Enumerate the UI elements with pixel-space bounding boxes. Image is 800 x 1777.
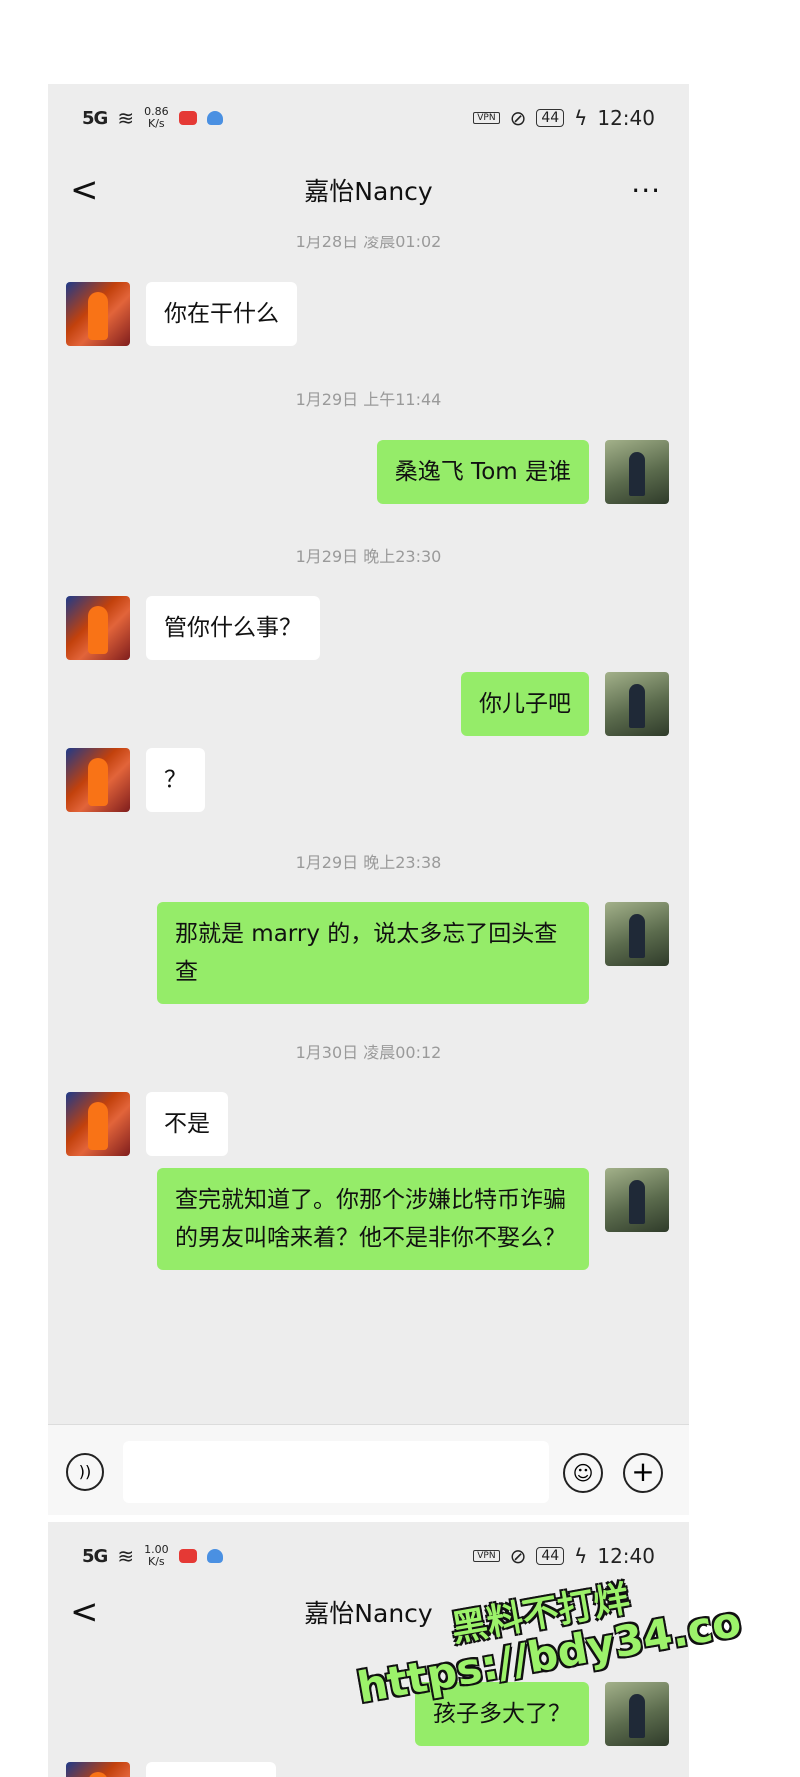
- mute-icon: ⊘: [509, 1544, 527, 1568]
- incoming-message[interactable]: 不是: [146, 1092, 228, 1156]
- message-list[interactable]: 1月28日 凌晨01:02 你在干什么 1月29日 上午11:44 桑逸飞 To…: [48, 236, 689, 1424]
- status-time: 12:40: [597, 1544, 655, 1568]
- battery-icon: 44: [536, 1547, 565, 1565]
- timestamp: 1月30日 凌晨00:12: [295, 1043, 442, 1062]
- vpn-icon: VPN: [473, 1550, 500, 1562]
- app-notification-icon: [178, 111, 197, 125]
- chat-screenshot-1: 5G ≋ 0.86 K/s VPN ⊘ 44 ϟ 12:40 < 嘉怡Nancy …: [48, 84, 689, 1515]
- network-speed: 1.00 K/s: [144, 1543, 169, 1568]
- my-avatar[interactable]: [605, 1168, 669, 1232]
- status-time: 12:40: [597, 106, 655, 130]
- outgoing-message[interactable]: 你儿子吧: [461, 672, 589, 736]
- my-avatar[interactable]: [605, 672, 669, 736]
- back-button[interactable]: <: [70, 1592, 99, 1632]
- contact-avatar[interactable]: [66, 1762, 130, 1777]
- contact-avatar[interactable]: [66, 748, 130, 812]
- more-button[interactable]: ···: [631, 174, 661, 207]
- network-speed: 0.86 K/s: [144, 105, 169, 130]
- status-bar: 5G ≋ 0.86 K/s VPN ⊘ 44 ϟ 12:40: [48, 84, 689, 152]
- app-notification-icon: [178, 1549, 197, 1563]
- app-notification-icon-2: [206, 111, 223, 125]
- mute-icon: ⊘: [509, 106, 527, 130]
- charging-icon: ϟ: [574, 106, 588, 130]
- chat-title: 嘉怡Nancy: [304, 1599, 433, 1628]
- vpn-icon: VPN: [473, 112, 500, 124]
- my-avatar[interactable]: [605, 440, 669, 504]
- battery-icon: 44: [536, 109, 565, 127]
- outgoing-message[interactable]: 查完就知道了。你那个涉嫌比特币诈骗的男友叫啥来着？他不是非你不娶么？: [157, 1168, 589, 1270]
- contact-avatar[interactable]: [66, 596, 130, 660]
- plus-icon[interactable]: +: [623, 1453, 663, 1493]
- outgoing-message[interactable]: 桑逸飞 Tom 是谁: [376, 440, 589, 504]
- timestamp: 1月28日 凌晨01:02: [295, 236, 442, 251]
- incoming-message[interactable]: [146, 1762, 276, 1777]
- message-input[interactable]: [123, 1441, 549, 1503]
- outgoing-message[interactable]: 那就是 marry 的，说太多忘了回头查查: [157, 902, 589, 1004]
- chat-title: 嘉怡Nancy: [304, 177, 433, 206]
- incoming-message[interactable]: 你在干什么: [146, 282, 297, 346]
- chat-header: < 嘉怡Nancy ···: [48, 148, 689, 232]
- my-avatar[interactable]: [605, 1682, 669, 1746]
- timestamp: 1月29日 晚上23:38: [295, 853, 442, 872]
- emoji-icon[interactable]: ☺: [563, 1453, 603, 1493]
- timestamp: 1月29日 上午11:44: [295, 390, 442, 409]
- voice-icon[interactable]: )): [66, 1453, 104, 1491]
- incoming-message[interactable]: 管你什么事？: [146, 596, 320, 660]
- charging-icon: ϟ: [574, 1544, 588, 1568]
- app-notification-icon-2: [206, 1549, 223, 1563]
- signal-icon: 5G: [82, 1545, 108, 1567]
- contact-avatar[interactable]: [66, 282, 130, 346]
- wifi-icon: ≋: [117, 106, 135, 130]
- input-bar: )) ☺ +: [48, 1424, 689, 1515]
- wifi-icon: ≋: [117, 1544, 135, 1568]
- incoming-message[interactable]: ？: [146, 748, 205, 812]
- back-button[interactable]: <: [70, 170, 99, 210]
- contact-avatar[interactable]: [66, 1092, 130, 1156]
- signal-icon: 5G: [82, 107, 108, 129]
- timestamp: 1月29日 晚上23:30: [295, 547, 442, 566]
- my-avatar[interactable]: [605, 902, 669, 966]
